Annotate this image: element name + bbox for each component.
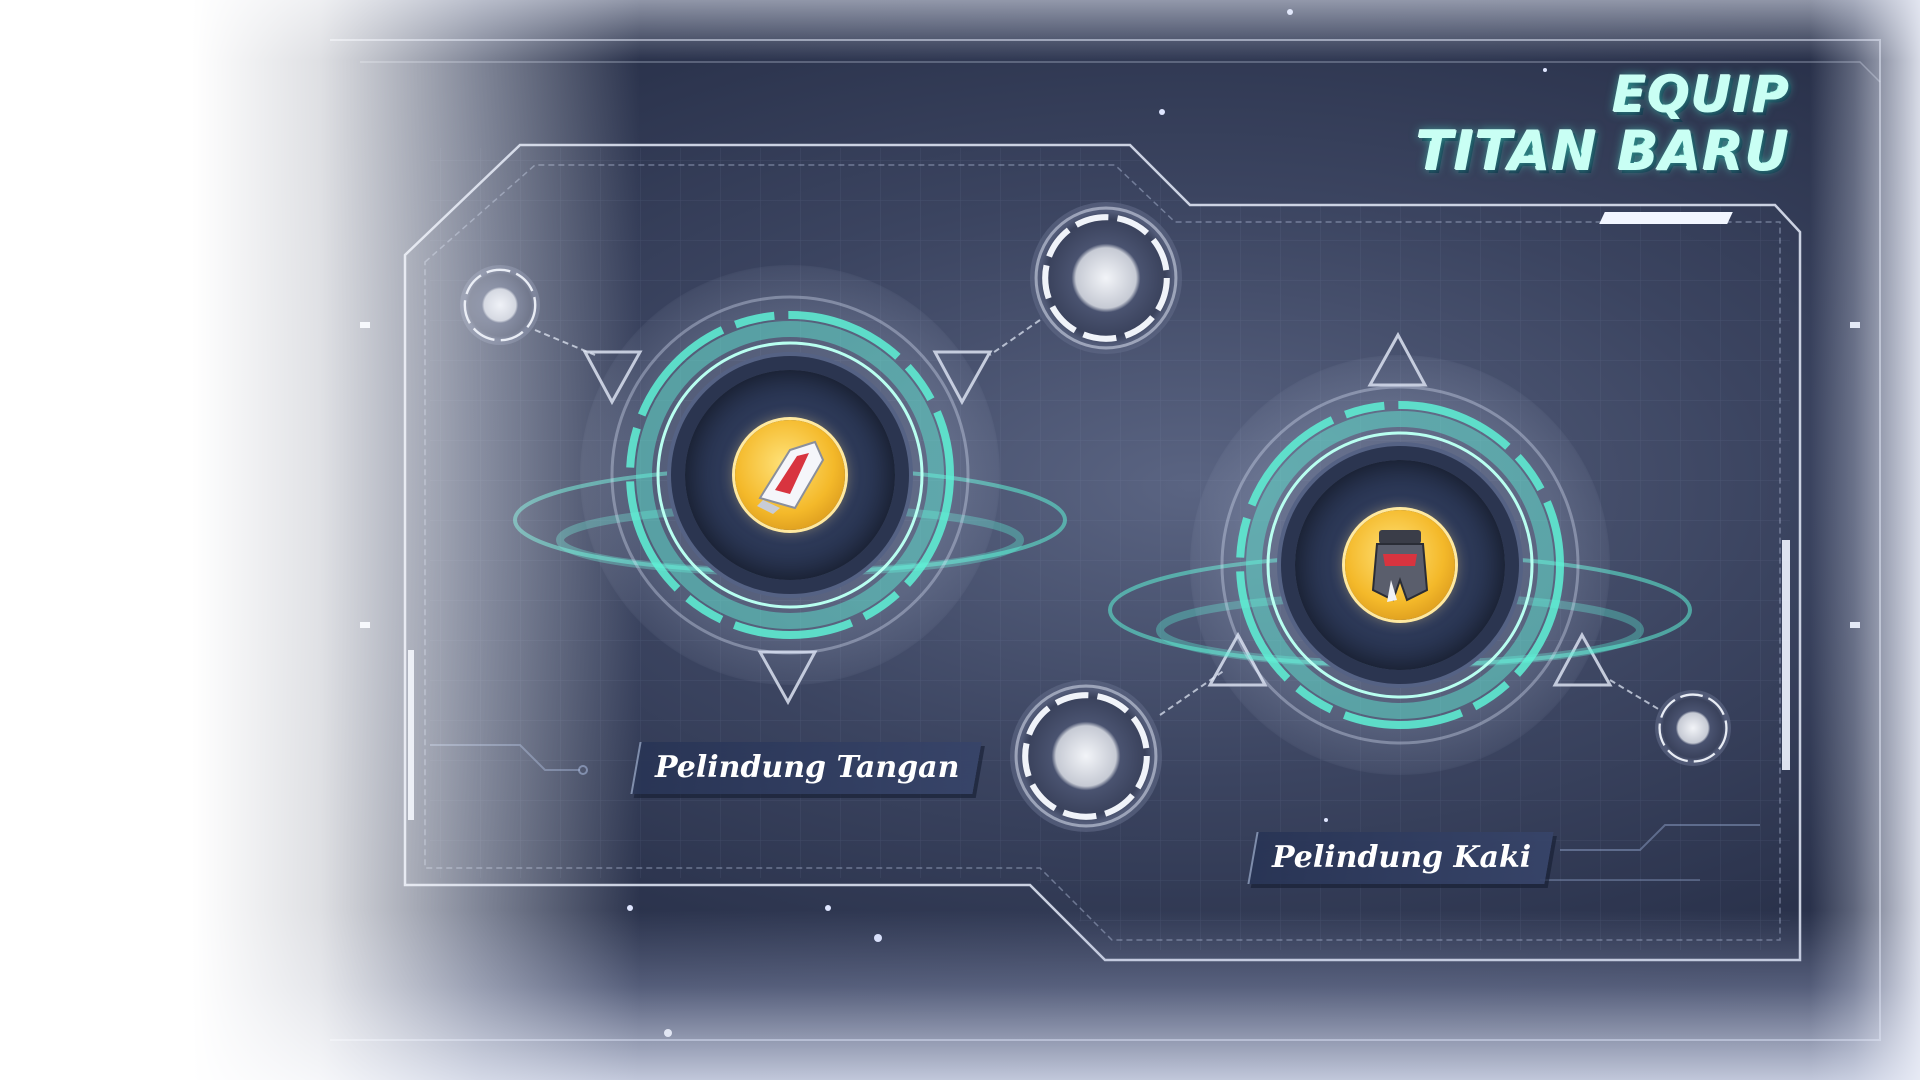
socket-bottom-right: [1655, 690, 1731, 766]
slot-core[interactable]: [1295, 460, 1505, 670]
slot-label-text: Pelindung Tangan: [655, 750, 960, 785]
socket-bottom-left: [1010, 680, 1162, 832]
slot-label-leg-guard: Pelindung Kaki: [1247, 832, 1554, 884]
equip-slot-leg-guard[interactable]: [1190, 355, 1610, 775]
title-line-2: TITAN BARU: [1416, 120, 1790, 183]
equip-slot-hand-guard[interactable]: [580, 265, 1000, 685]
title-underline: [1599, 212, 1733, 224]
slot-label-hand-guard: Pelindung Tangan: [630, 742, 982, 794]
title-line-1: EQUIP: [1612, 66, 1790, 124]
slot-core[interactable]: [685, 370, 895, 580]
leg-guard-icon: [1345, 510, 1455, 620]
equip-screen: Pelindung Tangan Pelindung Kaki EQUIP TI…: [0, 0, 1920, 1080]
socket-top-left: [460, 265, 540, 345]
socket-top-right: [1030, 202, 1182, 354]
hand-guard-icon: [735, 420, 845, 530]
slot-label-text: Pelindung Kaki: [1272, 840, 1532, 875]
